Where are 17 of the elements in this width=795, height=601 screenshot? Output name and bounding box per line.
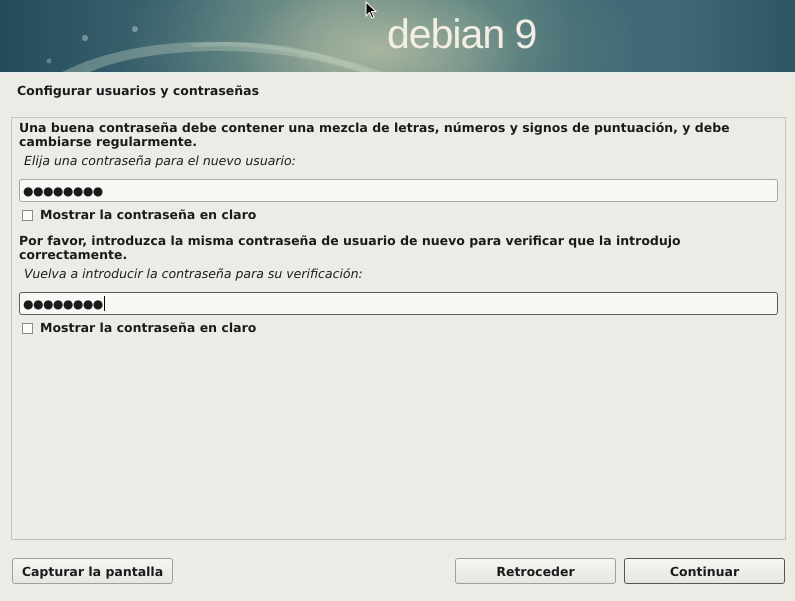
continue-button[interactable]: Continuar	[624, 558, 785, 584]
prompt-label: Elija una contraseña para el nuevo usuario:	[24, 154, 297, 168]
checkbox-label: Mostrar la contraseña en claro	[40, 321, 256, 335]
description-text: Una buena contraseña debe contener una mezcla de letras, números y signos de puntuación, y debe cambiarse regularmente.	[19, 121, 731, 149]
checkbox[interactable]	[22, 322, 33, 334]
checkbox-label: Mostrar la contraseña en claro	[40, 208, 256, 222]
back-button[interactable]: Retroceder	[455, 558, 616, 584]
screenshot-button[interactable]: Capturar la pantalla	[12, 558, 173, 584]
page-title: Configurar usuarios y contraseñas	[16, 82, 260, 100]
mouse-pointer-icon	[365, 1, 377, 19]
password-field[interactable]: ●●●●●●●●	[19, 179, 778, 202]
text-cursor-icon	[104, 296, 105, 311]
password-field[interactable]: ●●●●●●●●	[19, 292, 778, 315]
prompt-label: Vuelva a introducir la contraseña para su verificación:	[24, 267, 364, 281]
checkbox[interactable]	[22, 210, 33, 220]
description-text: Por favor, introduzca la misma contraseña de usuario de nuevo para verificar que la introdujo correctamente.	[19, 234, 682, 262]
logo-text: debian 9	[387, 14, 536, 55]
